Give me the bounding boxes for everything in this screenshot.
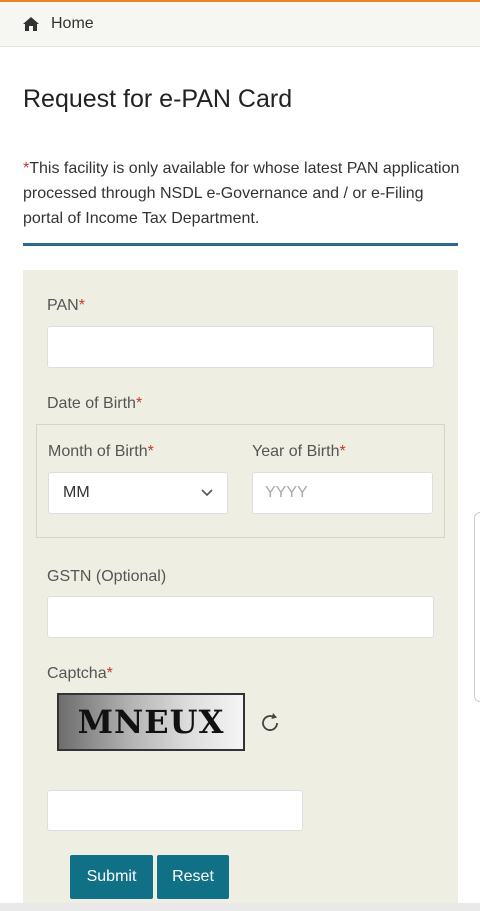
bottom-edge [0, 903, 480, 911]
required-marker: * [106, 665, 113, 682]
captcha-input[interactable] [47, 790, 303, 831]
required-marker: * [339, 443, 346, 460]
page-title: Request for e-PAN Card [23, 85, 293, 113]
year-input[interactable] [252, 472, 433, 514]
gstn-input[interactable] [47, 596, 434, 638]
captcha-image-text: MNEUX [77, 703, 225, 741]
facility-notice: *This facility is only available for who… [23, 156, 463, 231]
month-select[interactable]: MM [48, 472, 228, 514]
notice-text: This facility is only available for whos… [23, 160, 460, 227]
gstn-label: GSTN (Optional) [47, 568, 167, 585]
refresh-captcha-icon[interactable] [258, 711, 282, 735]
month-of-birth-label: Month of Birth* [48, 443, 154, 461]
year-label-text: Year of Birth [252, 443, 340, 460]
chevron-down-icon [201, 489, 213, 497]
submit-button[interactable]: Submit [70, 855, 153, 899]
reset-button[interactable]: Reset [157, 855, 229, 899]
captcha-label-text: Captcha [47, 665, 107, 682]
dob-label: Date of Birth* [47, 395, 142, 413]
captcha-image: MNEUX [57, 693, 245, 751]
section-divider [23, 243, 458, 246]
captcha-label: Captcha* [47, 665, 113, 683]
home-icon[interactable] [22, 16, 40, 32]
breadcrumb-home-link[interactable]: Home [51, 15, 94, 33]
pan-input[interactable] [47, 326, 434, 368]
side-scroll-handle[interactable] [474, 512, 480, 702]
breadcrumb: Home [0, 2, 480, 47]
pan-label-text: PAN [47, 297, 79, 314]
month-label-text: Month of Birth [48, 443, 148, 460]
year-of-birth-label: Year of Birth* [252, 443, 346, 461]
required-marker: * [147, 443, 154, 460]
dob-label-text: Date of Birth [47, 395, 136, 412]
pan-label: PAN* [47, 297, 85, 315]
required-marker: * [135, 395, 143, 412]
required-marker: * [78, 297, 85, 314]
month-select-value: MM [63, 484, 90, 501]
